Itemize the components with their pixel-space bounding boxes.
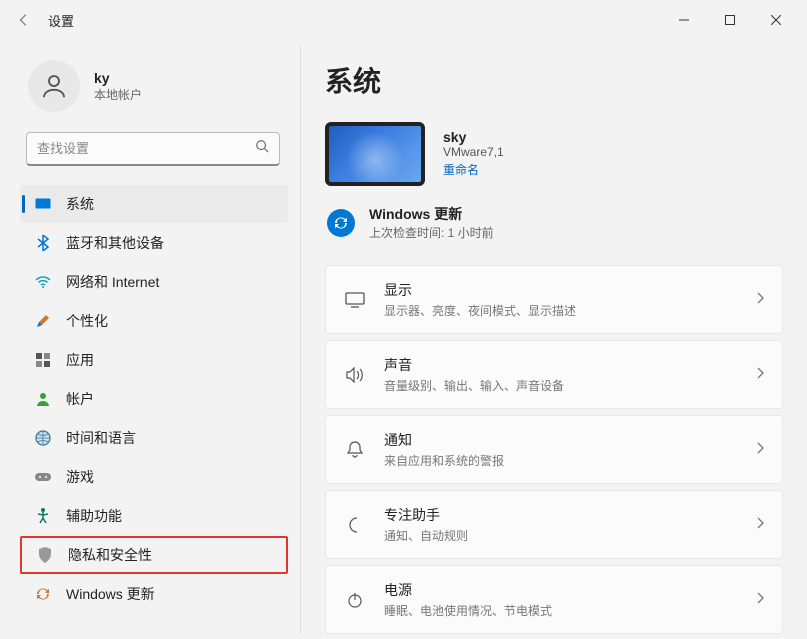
card-subtitle: 显示器、亮度、夜间模式、显示描述	[384, 302, 738, 319]
chevron-right-icon	[756, 291, 764, 309]
update-title: Windows 更新	[369, 204, 494, 224]
search-box[interactable]	[26, 132, 280, 166]
nav-item-network[interactable]: 网络和 Internet	[20, 263, 288, 301]
maximize-icon	[725, 15, 735, 25]
nav-item-system[interactable]: 系统	[20, 185, 288, 223]
sync-icon	[34, 585, 52, 603]
paintbrush-icon	[34, 312, 52, 330]
chevron-right-icon	[756, 441, 764, 459]
search-input[interactable]	[37, 141, 255, 156]
bluetooth-icon	[34, 234, 52, 252]
globe-clock-icon	[34, 429, 52, 447]
nav-item-bluetooth[interactable]: 蓝牙和其他设备	[20, 224, 288, 262]
arrow-left-icon	[17, 13, 31, 27]
device-info: sky VMware7,1 重命名	[325, 122, 783, 186]
user-profile[interactable]: ky 本地帐户	[20, 48, 300, 128]
nav-item-accounts[interactable]: 帐户	[20, 380, 288, 418]
power-icon	[344, 592, 366, 608]
device-thumbnail	[325, 122, 425, 186]
nav-label: 帐户	[66, 389, 94, 409]
gaming-icon	[34, 468, 52, 486]
device-name: sky	[443, 129, 504, 145]
card-power[interactable]: 电源 睡眠、电池使用情况、节电模式	[325, 565, 783, 634]
update-sync-icon	[327, 209, 355, 237]
nav-item-apps[interactable]: 应用	[20, 341, 288, 379]
card-title: 声音	[384, 355, 738, 375]
close-button[interactable]	[753, 4, 799, 36]
nav-item-gaming[interactable]: 游戏	[20, 458, 288, 496]
window-controls	[661, 4, 799, 36]
minimize-button[interactable]	[661, 4, 707, 36]
nav-item-accessibility[interactable]: 辅助功能	[20, 497, 288, 535]
wifi-icon	[34, 273, 52, 291]
sidebar: ky 本地帐户 系统 蓝牙和其他设备 网络和 Internet	[0, 40, 300, 639]
nav-label: 应用	[66, 350, 94, 370]
nav-label: 网络和 Internet	[66, 272, 159, 292]
moon-icon	[344, 517, 366, 533]
card-subtitle: 音量级别、输出、输入、声音设备	[384, 377, 738, 394]
card-subtitle: 来自应用和系统的警报	[384, 452, 738, 469]
nav-item-privacy[interactable]: 隐私和安全性	[20, 536, 288, 574]
apps-icon	[34, 351, 52, 369]
chevron-right-icon	[756, 591, 764, 609]
nav-item-windows-update[interactable]: Windows 更新	[20, 575, 288, 613]
search-icon	[255, 139, 269, 158]
card-display[interactable]: 显示 显示器、亮度、夜间模式、显示描述	[325, 265, 783, 334]
card-title: 电源	[384, 580, 738, 600]
user-name: ky	[94, 70, 142, 86]
card-title: 显示	[384, 280, 738, 300]
update-subtitle: 上次检查时间: 1 小时前	[369, 224, 494, 241]
card-notifications[interactable]: 通知 来自应用和系统的警报	[325, 415, 783, 484]
chevron-right-icon	[756, 516, 764, 534]
card-focus-assist[interactable]: 专注助手 通知、自动规则	[325, 490, 783, 559]
nav-label: 隐私和安全性	[68, 545, 152, 565]
nav-item-time-language[interactable]: 时间和语言	[20, 419, 288, 457]
maximize-button[interactable]	[707, 4, 753, 36]
monitor-icon	[344, 292, 366, 308]
nav-label: 时间和语言	[66, 428, 136, 448]
display-icon	[34, 195, 52, 213]
card-title: 专注助手	[384, 505, 738, 525]
card-sound[interactable]: 声音 音量级别、输出、输入、声音设备	[325, 340, 783, 409]
minimize-icon	[679, 15, 689, 25]
bell-icon	[344, 441, 366, 459]
device-model: VMware7,1	[443, 145, 504, 159]
nav: 系统 蓝牙和其他设备 网络和 Internet 个性化 应用 帐户	[20, 184, 300, 639]
card-title: 通知	[384, 430, 738, 450]
nav-label: 蓝牙和其他设备	[66, 233, 164, 253]
page-title: 系统	[325, 60, 783, 100]
accessibility-icon	[34, 507, 52, 525]
nav-label: 个性化	[66, 311, 108, 331]
person-icon	[39, 71, 69, 101]
close-icon	[771, 15, 781, 25]
nav-label: 游戏	[66, 467, 94, 487]
update-row[interactable]: Windows 更新 上次检查时间: 1 小时前	[325, 204, 783, 241]
card-subtitle: 睡眠、电池使用情况、节电模式	[384, 602, 738, 619]
account-icon	[34, 390, 52, 408]
card-subtitle: 通知、自动规则	[384, 527, 738, 544]
nav-item-personalization[interactable]: 个性化	[20, 302, 288, 340]
chevron-right-icon	[756, 366, 764, 384]
user-account-type: 本地帐户	[94, 86, 142, 103]
nav-label: 辅助功能	[66, 506, 122, 526]
window-title: 设置	[48, 11, 74, 30]
shield-icon	[36, 546, 54, 564]
nav-label: 系统	[66, 194, 94, 214]
speaker-icon	[344, 367, 366, 383]
back-button[interactable]	[8, 4, 40, 36]
main-content: 系统 sky VMware7,1 重命名 Windows 更新 上次检查时间: …	[301, 40, 807, 639]
rename-link[interactable]: 重命名	[443, 161, 479, 178]
nav-label: Windows 更新	[66, 584, 155, 604]
avatar	[28, 60, 80, 112]
titlebar: 设置	[0, 0, 807, 40]
